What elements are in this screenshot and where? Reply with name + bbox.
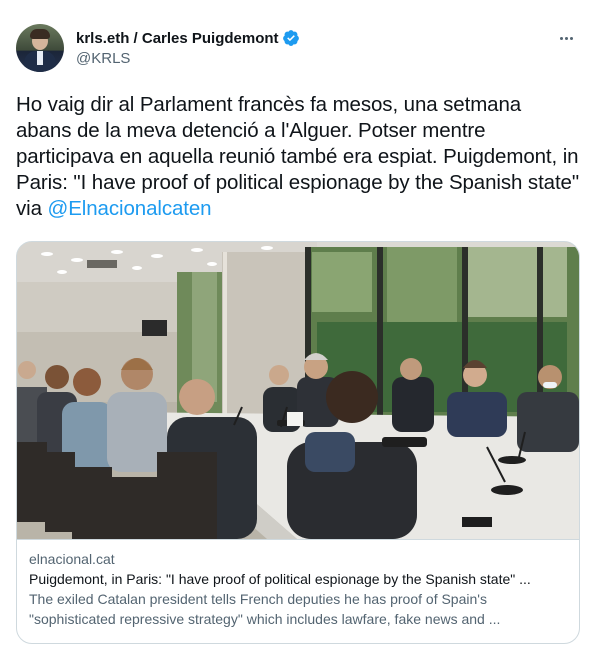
verified-badge-icon	[282, 30, 299, 46]
author-names: krls.eth / Carles Puigdemont @KRLS	[76, 28, 300, 67]
avatar-hair	[30, 29, 50, 39]
link-card-domain: elnacional.cat	[29, 551, 115, 567]
avatar[interactable]	[16, 24, 64, 72]
link-card[interactable]: elnacional.cat Puigdemont, in Paris: "I …	[16, 241, 580, 644]
more-dot	[569, 36, 573, 40]
more-options-icon[interactable]	[556, 28, 576, 48]
tweet-text: Ho vaig dir al Parlament francès fa meso…	[16, 92, 582, 222]
link-card-title: Puigdemont, in Paris: "I have proof of p…	[29, 571, 531, 587]
mention-link[interactable]: @Elnacionalcaten	[48, 197, 212, 220]
link-card-meta: elnacional.cat Puigdemont, in Paris: "I …	[17, 539, 579, 643]
tweet: krls.eth / Carles Puigdemont @KRLS Ho va…	[0, 0, 592, 651]
link-card-image[interactable]	[17, 242, 579, 539]
display-name[interactable]: krls.eth / Carles Puigdemont	[76, 30, 279, 47]
author-handle[interactable]: @KRLS	[76, 50, 300, 67]
tweet-header: krls.eth / Carles Puigdemont @KRLS	[16, 24, 582, 72]
avatar-shirt	[37, 51, 43, 65]
display-name-row: krls.eth / Carles Puigdemont	[76, 28, 300, 48]
more-dot	[564, 36, 568, 40]
more-dot	[559, 36, 563, 40]
meeting-photo	[17, 242, 579, 539]
link-card-description: The exiled Catalan president tells Frenc…	[29, 591, 501, 627]
